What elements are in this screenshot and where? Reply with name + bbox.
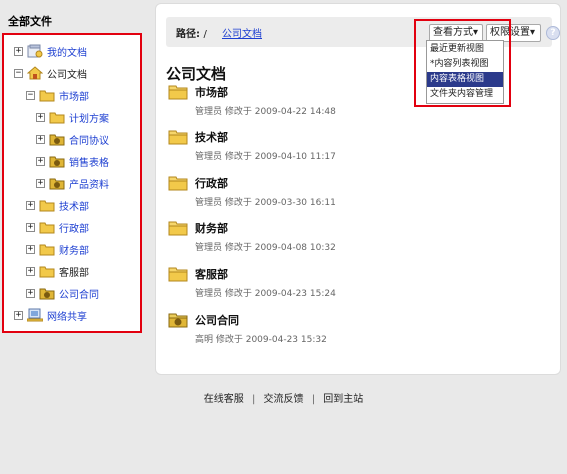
expand-toggle-icon[interactable]: + [36,178,45,188]
tree-node-finance[interactable]: + 财务部 [26,241,89,257]
my-docs-icon [27,44,43,58]
breadcrumb-link-company-docs[interactable]: 公司文档 [222,25,262,40]
expand-toggle-icon[interactable]: + [14,310,23,320]
folder-icon [168,85,188,100]
folder-name[interactable]: 公司合同 [195,312,239,328]
tree-node-tech[interactable]: + 技术部 [26,197,89,213]
collapse-toggle-icon[interactable]: − [26,90,35,100]
house-icon [27,66,43,80]
page-title: 公司文档 [166,65,227,83]
folder-icon [168,267,188,282]
tree-node-product-info[interactable]: + 产品资料 [36,175,109,191]
tree-node-sales-sheets[interactable]: + 销售表格 [36,153,109,169]
folder-name[interactable]: 市场部 [195,84,228,100]
tree-node-label[interactable]: 产品资料 [69,176,109,191]
tree-node-company-docs[interactable]: − 公司文档 [14,65,87,81]
expand-toggle-icon[interactable]: + [26,200,35,210]
footer-separator: | [251,394,256,405]
tree-node-label[interactable]: 公司文档 [47,66,87,81]
footer-separator: | [311,394,316,405]
folder-meta: 管理员 修改于 2009-04-08 10:32 [195,243,336,253]
expand-toggle-icon[interactable]: + [26,222,35,232]
expand-toggle-icon[interactable]: + [36,134,45,144]
folder-icon [39,222,55,234]
network-share-icon [27,308,43,322]
folder-icon [168,176,188,191]
folder-row[interactable]: 财务部 管理员 修改于 2009-04-08 10:32 [168,220,468,256]
folder-tree-panel: + 我的文档 − 公司文档 − 市场部 + 计划方案 + 合同协议 + 销售表格… [2,33,142,333]
tree-node-label[interactable]: 网络共享 [47,308,87,323]
path-label: 路径: / [176,29,207,40]
special-folder-icon [49,178,65,190]
folder-icon [39,266,55,278]
expand-toggle-icon[interactable]: + [14,46,23,56]
expand-toggle-icon[interactable]: + [36,156,45,166]
tree-node-label[interactable]: 合同协议 [69,132,109,147]
tree-node-label[interactable]: 我的文档 [47,44,87,59]
tree-node-label[interactable]: 财务部 [59,242,89,257]
help-icon[interactable]: ? [546,26,560,40]
folder-name[interactable]: 行政部 [195,175,228,191]
folder-icon [39,90,55,102]
footer-link-main-site[interactable]: 回到主站 [323,394,363,405]
tree-node-my-docs[interactable]: + 我的文档 [14,43,87,59]
tree-node-label[interactable]: 公司合同 [59,286,99,301]
tree-node-contracts[interactable]: + 合同协议 [36,131,109,147]
folder-name[interactable]: 财务部 [195,220,228,236]
folder-icon [39,244,55,256]
folder-meta: 管理员 修改于 2009-04-23 15:24 [195,289,336,299]
tree-node-label[interactable]: 行政部 [59,220,89,235]
folder-row[interactable]: 行政部 管理员 修改于 2009-03-30 16:11 [168,175,468,211]
special-folder-icon [168,313,188,328]
expand-toggle-icon[interactable]: + [26,244,35,254]
tree-node-label[interactable]: 市场部 [59,88,89,103]
folder-name[interactable]: 技术部 [195,129,228,145]
folder-icon [168,221,188,236]
tree-node-customer-service[interactable]: + 客服部 [26,263,89,279]
tree-node-admin[interactable]: + 行政部 [26,219,89,235]
tree-header: 全部文件 [8,15,52,28]
expand-toggle-icon[interactable]: + [36,112,45,122]
tree-node-marketing[interactable]: − 市场部 [26,87,89,103]
tree-node-network-share[interactable]: + 网络共享 [14,307,87,323]
folder-meta: 管理员 修改于 2009-04-10 11:17 [195,152,336,162]
expand-toggle-icon[interactable]: + [26,288,35,298]
special-folder-icon [39,288,55,300]
tree-node-plans[interactable]: + 计划方案 [36,109,109,125]
tree-node-company-contracts[interactable]: + 公司合同 [26,285,99,301]
folder-meta: 高明 修改于 2009-04-23 15:32 [195,335,327,345]
folder-row[interactable]: 公司合同 高明 修改于 2009-04-23 15:32 [168,312,468,348]
tree-node-label[interactable]: 计划方案 [69,110,109,125]
footer-link-online-service[interactable]: 在线客服 [204,394,244,405]
folder-icon [39,200,55,212]
footer-link-feedback[interactable]: 交流反馈 [264,394,304,405]
folder-row[interactable]: 客服部 管理员 修改于 2009-04-23 15:24 [168,266,468,302]
view-mode-highlight [414,19,511,107]
special-folder-icon [49,156,65,168]
folder-icon [168,130,188,145]
tree-node-label[interactable]: 销售表格 [69,154,109,169]
folder-meta: 管理员 修改于 2009-03-30 16:11 [195,198,336,208]
special-folder-icon [49,134,65,146]
tree-node-label[interactable]: 技术部 [59,198,89,213]
footer-links: 在线客服 | 交流反馈 | 回到主站 [0,390,567,405]
folder-icon [49,112,65,124]
expand-toggle-icon[interactable]: + [26,266,35,276]
folder-row[interactable]: 技术部 管理员 修改于 2009-04-10 11:17 [168,129,468,165]
folder-meta: 管理员 修改于 2009-04-22 14:48 [195,107,336,117]
collapse-toggle-icon[interactable]: − [14,68,23,78]
tree-node-label[interactable]: 客服部 [59,264,89,279]
folder-name[interactable]: 客服部 [195,266,228,282]
